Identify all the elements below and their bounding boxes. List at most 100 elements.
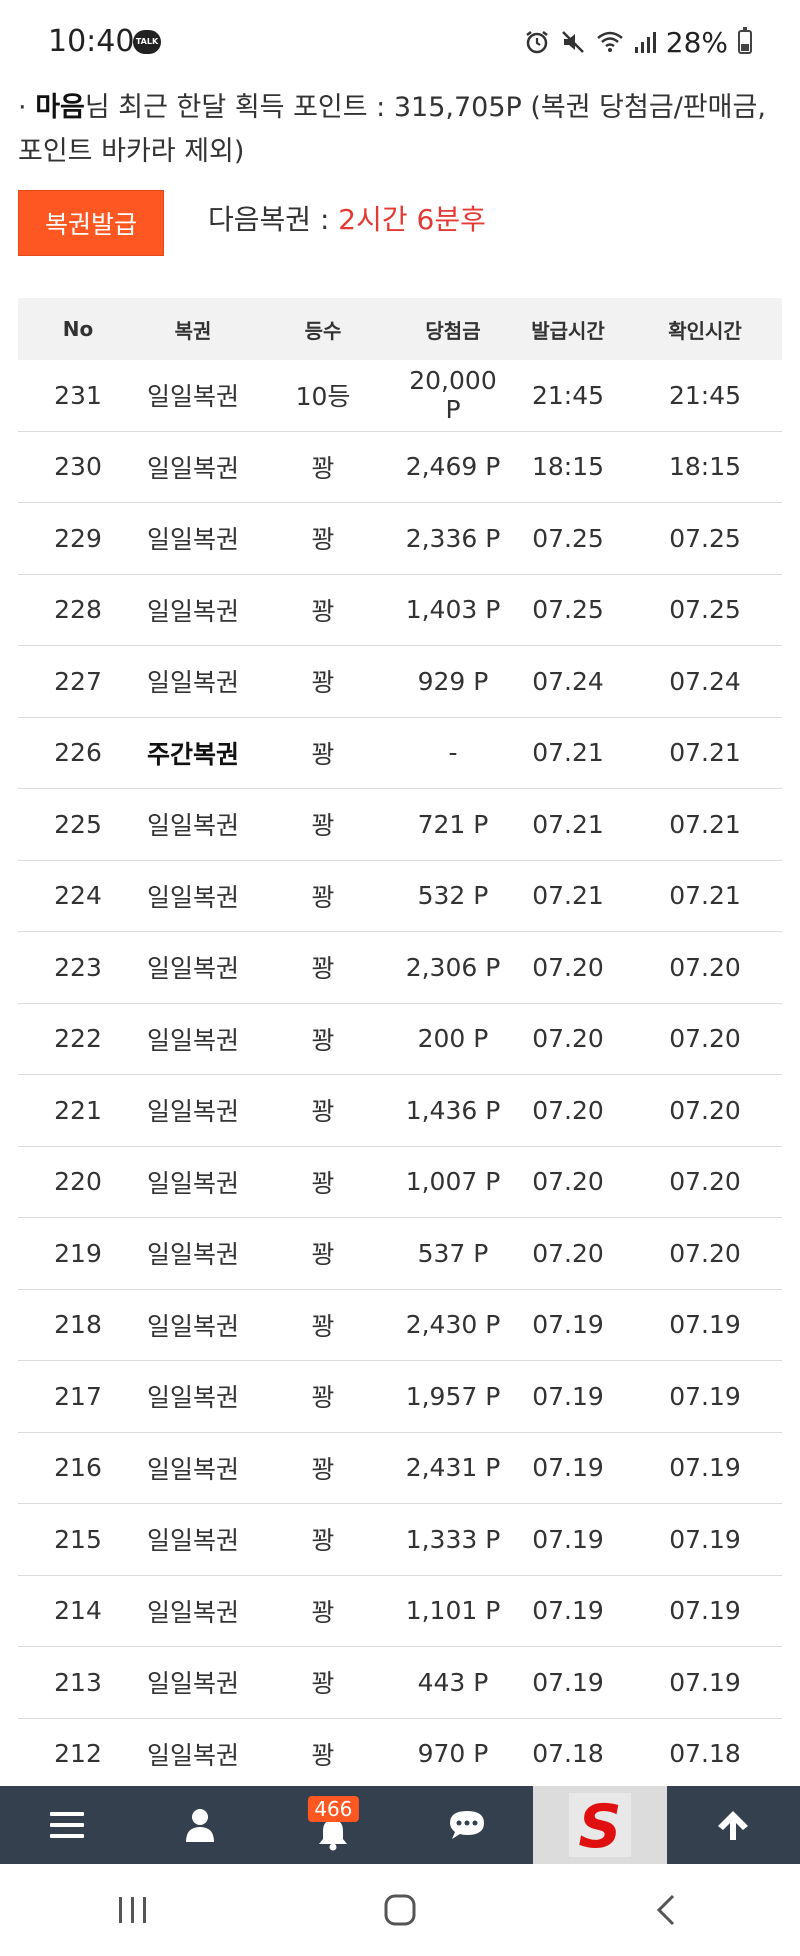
cell-grade: 꽝	[311, 954, 335, 984]
cell-type: 일일복권	[146, 1740, 239, 1770]
header-issued: 발급시간	[531, 318, 605, 343]
table-row[interactable]: 228 일일복권 꽝 1,403 P 07.25 07.25	[18, 575, 782, 646]
cell-checked: 07.24	[669, 666, 741, 696]
table-row[interactable]: 218 일일복권 꽝 2,430 P 07.19 07.19	[18, 1290, 782, 1361]
cell-grade: 꽝	[311, 1526, 335, 1556]
menu-icon	[49, 1812, 84, 1838]
cell-type: 일일복권	[146, 1240, 239, 1270]
issue-lottery-button[interactable]: 복권발급	[18, 190, 164, 256]
cell-grade: 꽝	[311, 596, 335, 626]
cell-checked: 07.20	[669, 1238, 741, 1268]
cell-no: 223	[54, 952, 102, 982]
battery-icon	[738, 27, 752, 54]
cell-checked: 07.18	[669, 1739, 741, 1769]
cell-grade: 꽝	[311, 1383, 335, 1413]
cell-type: 일일복권	[146, 1168, 239, 1198]
table-row[interactable]: 217 일일복권 꽝 1,957 P 07.19 07.19	[18, 1361, 782, 1433]
cell-prize: 532 P	[417, 881, 489, 911]
table-row[interactable]: 231 일일복권 10등 20,000 P 21:45 21:45	[18, 360, 782, 432]
recent-apps-icon[interactable]	[115, 1893, 151, 1927]
cell-prize: 1,101 P	[405, 1596, 501, 1626]
profile-button[interactable]	[133, 1786, 266, 1864]
username: 마음	[35, 92, 85, 123]
cell-issued: 07.19	[532, 1667, 604, 1697]
cell-checked: 07.19	[669, 1667, 741, 1697]
cell-issued: 07.20	[532, 1024, 604, 1054]
signal-icon	[634, 32, 656, 53]
cell-issued: 07.18	[532, 1739, 604, 1769]
cell-prize: 2,430 P	[405, 1310, 501, 1340]
cell-prize: 537 P	[417, 1238, 489, 1268]
cell-prize: 443 P	[417, 1667, 489, 1697]
site-logo-button[interactable]: S	[533, 1786, 667, 1864]
home-icon[interactable]	[382, 1892, 418, 1928]
table-header: No 복권 등수 당첨금 발급시간 확인시간	[18, 298, 782, 360]
cell-type: 일일복권	[146, 1669, 239, 1699]
cell-checked: 07.20	[669, 1167, 741, 1197]
cell-prize: 970 P	[417, 1739, 489, 1769]
cell-prize: 2,431 P	[405, 1453, 501, 1483]
table-row[interactable]: 220 일일복권 꽝 1,007 P 07.20 07.20	[18, 1147, 782, 1218]
table-row[interactable]: 225 일일복권 꽝 721 P 07.21 07.21	[18, 789, 782, 861]
table-row[interactable]: 226 주간복권 꽝 - 07.21 07.21	[18, 718, 782, 789]
table-row[interactable]: 213 일일복권 꽝 443 P 07.19 07.19	[18, 1647, 782, 1719]
cell-type: 일일복권	[146, 1597, 239, 1627]
bottom-navigation: 466 S	[0, 1786, 800, 1864]
cell-checked: 07.20	[669, 1024, 741, 1054]
scroll-top-button[interactable]	[667, 1786, 800, 1864]
system-navigation-bar	[0, 1864, 800, 1956]
table-row[interactable]: 227 일일복권 꽝 929 P 07.24 07.24	[18, 646, 782, 718]
table-row[interactable]: 230 일일복권 꽝 2,469 P 18:15 18:15	[18, 432, 782, 503]
menu-button[interactable]	[0, 1786, 133, 1864]
back-icon[interactable]	[649, 1892, 685, 1928]
cell-type: 일일복권	[146, 1454, 239, 1484]
cell-no: 218	[54, 1310, 102, 1340]
table-row[interactable]: 223 일일복권 꽝 2,306 P 07.20 07.20	[18, 932, 782, 1004]
table-row[interactable]: 222 일일복권 꽝 200 P 07.20 07.20	[18, 1004, 782, 1075]
cell-issued: 07.20	[532, 1095, 604, 1125]
cell-no: 225	[54, 809, 102, 839]
table-row[interactable]: 221 일일복권 꽝 1,436 P 07.20 07.20	[18, 1075, 782, 1147]
cell-grade: 꽝	[311, 1669, 335, 1699]
cell-no: 226	[54, 738, 102, 768]
cell-checked: 07.25	[669, 595, 741, 625]
table-row[interactable]: 216 일일복권 꽝 2,431 P 07.19 07.19	[18, 1433, 782, 1504]
cell-grade: 꽝	[311, 525, 335, 555]
cell-type: 일일복권	[146, 954, 239, 984]
table-row[interactable]: 224 일일복권 꽝 532 P 07.21 07.21	[18, 861, 782, 932]
cell-type: 일일복권	[146, 1383, 239, 1413]
cell-issued: 07.24	[532, 666, 604, 696]
cell-grade: 꽝	[311, 1168, 335, 1198]
cell-issued: 07.19	[532, 1310, 604, 1340]
arrow-up-icon	[718, 1811, 749, 1840]
cell-type: 일일복권	[146, 668, 239, 698]
cell-issued: 18:15	[531, 452, 605, 482]
cell-type: 일일복권	[146, 1025, 239, 1055]
table-row[interactable]: 214 일일복권 꽝 1,101 P 07.19 07.19	[18, 1576, 782, 1647]
cell-no: 221	[54, 1095, 102, 1125]
cell-prize: 721 P	[417, 809, 489, 839]
cell-no: 230	[54, 452, 102, 482]
cell-no: 213	[54, 1667, 102, 1697]
table-row[interactable]: 212 일일복권 꽝 970 P 07.18 07.18	[18, 1719, 782, 1790]
chat-button[interactable]	[400, 1786, 533, 1864]
cell-type: 일일복권	[146, 1526, 239, 1556]
lottery-history-table: No 복권 등수 당첨금 발급시간 확인시간 231 일일복권 10등 20,000 …	[18, 298, 782, 1790]
cell-prize: 1,436 P	[405, 1095, 501, 1125]
table-row[interactable]: 215 일일복권 꽝 1,333 P 07.19 07.19	[18, 1504, 782, 1576]
notifications-button[interactable]: 466	[267, 1786, 400, 1864]
next-lottery: 다음복권 : 2시간 6분후	[208, 200, 486, 240]
cell-prize: 1,333 P	[405, 1524, 501, 1554]
cell-no: 224	[54, 881, 102, 911]
cell-issued: 07.19	[532, 1453, 604, 1483]
cell-type: 주간복권	[146, 739, 239, 769]
clock: 10:40	[48, 24, 135, 59]
header-prize: 당첨금	[425, 318, 481, 343]
table-row[interactable]: 229 일일복권 꽝 2,336 P 07.25 07.25	[18, 503, 782, 575]
cell-checked: 07.20	[669, 952, 741, 982]
cell-issued: 07.19	[532, 1524, 604, 1554]
cell-issued: 07.20	[532, 1238, 604, 1268]
cell-prize: 1,007 P	[405, 1167, 501, 1197]
table-row[interactable]: 219 일일복권 꽝 537 P 07.20 07.20	[18, 1218, 782, 1290]
cell-prize: 2,469 P	[405, 452, 501, 482]
